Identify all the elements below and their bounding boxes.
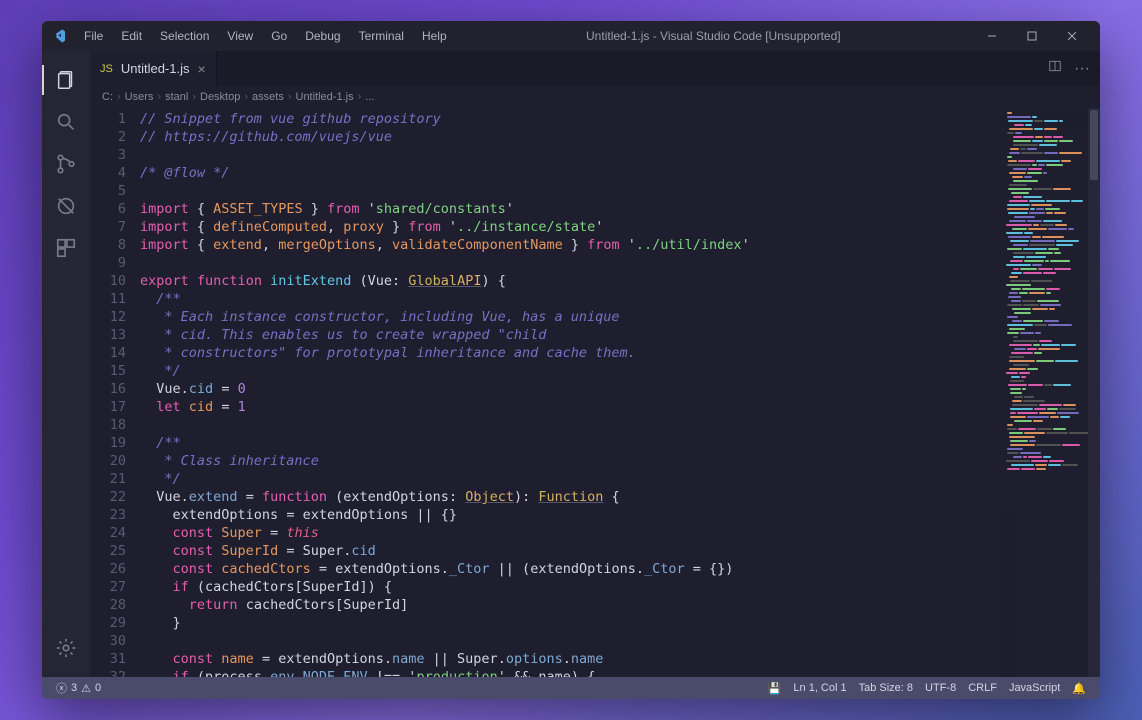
js-file-icon: JS [100,63,113,75]
menu-terminal[interactable]: Terminal [351,25,412,47]
activity-debug-icon[interactable] [42,185,90,227]
activity-settings-icon[interactable] [42,627,90,669]
menu-selection[interactable]: Selection [152,25,217,47]
menu-go[interactable]: Go [263,25,295,47]
window-title: Untitled-1.js - Visual Studio Code [Unsu… [455,29,972,43]
status-problems[interactable]: ⓧ 3 ⚠ 0 [50,680,107,696]
breadcrumb-segment[interactable]: assets [252,91,284,103]
line-numbers: 1234567891011121314151617181920212223242… [90,108,140,677]
status-language[interactable]: JavaScript [1003,682,1066,695]
status-disk-icon[interactable]: 💾 [762,682,788,695]
editor-actions: ··· [1048,51,1100,86]
menu-edit[interactable]: Edit [113,25,150,47]
menu-debug[interactable]: Debug [297,25,348,47]
status-bar: ⓧ 3 ⚠ 0 💾 Ln 1, Col 1 Tab Size: 8 UTF-8 CR… [42,677,1100,699]
breadcrumb-segment[interactable]: C: [102,91,113,103]
breadcrumb-segment[interactable]: ... [365,91,374,103]
error-count: 3 [71,682,77,694]
close-button[interactable] [1052,21,1092,51]
main-area: JS Untitled-1.js × ··· C:›Users›stanl›De… [42,51,1100,677]
menu-view[interactable]: View [219,25,261,47]
chevron-right-icon: › [117,91,121,103]
maximize-button[interactable] [1012,21,1052,51]
window-controls [972,21,1092,51]
chevron-right-icon: › [358,91,362,103]
error-icon: ⓧ [56,680,67,696]
breadcrumb-segment[interactable]: stanl [165,91,188,103]
warning-count: 0 [95,682,101,694]
activity-bar [42,51,90,677]
split-editor-icon[interactable] [1048,59,1062,78]
status-eol[interactable]: CRLF [962,682,1003,695]
vscode-window: FileEditSelectionViewGoDebugTerminalHelp… [42,21,1100,699]
status-cursor[interactable]: Ln 1, Col 1 [787,682,852,695]
breadcrumb-segment[interactable]: Untitled-1.js [296,91,354,103]
tab-untitled-1[interactable]: JS Untitled-1.js × [90,51,217,86]
menu-help[interactable]: Help [414,25,455,47]
breadcrumb[interactable]: C:›Users›stanl›Desktop›assets›Untitled-1… [90,86,1100,108]
activity-search-icon[interactable] [42,101,90,143]
tab-close-icon[interactable]: × [197,61,205,77]
activity-explorer-icon[interactable] [42,59,90,101]
warning-icon: ⚠ [81,682,91,695]
scroll-thumb[interactable] [1090,110,1098,180]
more-actions-icon[interactable]: ··· [1074,60,1090,78]
status-tabsize[interactable]: Tab Size: 8 [853,682,919,695]
status-encoding[interactable]: UTF-8 [919,682,962,695]
chevron-right-icon: › [244,91,248,103]
status-feedback-icon[interactable]: 🔔 [1066,682,1092,695]
editor-area: JS Untitled-1.js × ··· C:›Users›stanl›De… [90,51,1100,677]
tab-filename: Untitled-1.js [121,61,190,76]
chevron-right-icon: › [192,91,196,103]
menu-file[interactable]: File [76,25,111,47]
code-editor[interactable]: 1234567891011121314151617181920212223242… [90,108,1100,677]
editor-tabs: JS Untitled-1.js × ··· [90,51,1100,86]
chevron-right-icon: › [288,91,292,103]
scrollbar[interactable] [1088,108,1100,677]
titlebar: FileEditSelectionViewGoDebugTerminalHelp… [42,21,1100,51]
menu-bar: FileEditSelectionViewGoDebugTerminalHelp [76,25,455,47]
minimap[interactable] [1000,108,1100,677]
code-content[interactable]: // Snippet from vue github repository// … [140,108,1100,677]
breadcrumb-segment[interactable]: Desktop [200,91,240,103]
vscode-logo-icon [50,27,68,45]
activity-scm-icon[interactable] [42,143,90,185]
activity-extensions-icon[interactable] [42,227,90,269]
minimize-button[interactable] [972,21,1012,51]
breadcrumb-segment[interactable]: Users [125,91,154,103]
chevron-right-icon: › [157,91,161,103]
